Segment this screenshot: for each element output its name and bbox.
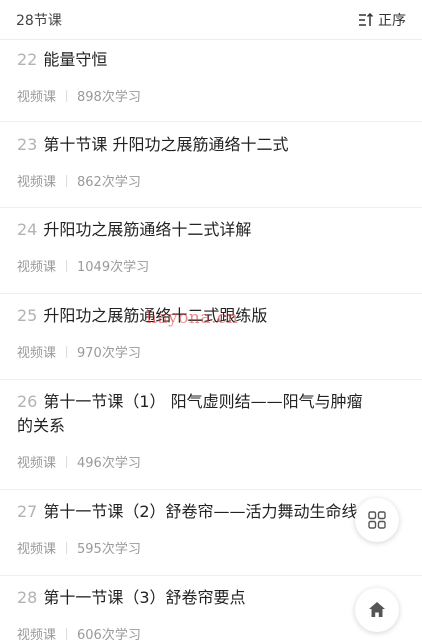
lesson-meta: 视频课 898次学习 xyxy=(17,86,406,105)
lesson-type: 视频课 xyxy=(17,175,57,190)
lesson-type: 视频课 xyxy=(17,90,57,105)
home-icon xyxy=(369,602,385,617)
lesson-title: 23 第十节课 升阳功之展筋通络十二式 xyxy=(17,133,406,157)
lesson-title-text: 第十节课 升阳功之展筋通络十二式 xyxy=(43,135,289,154)
lesson-title-text: 升阳功之展筋通络十二式详解 xyxy=(43,220,252,239)
lesson-number: 24 xyxy=(17,220,38,239)
lesson-item[interactable]: 26 第十一节课（1） 阳气虚则结——阳气与肿瘤 的关系 视频课 496次学习 xyxy=(0,380,422,490)
lesson-type: 视频课 xyxy=(17,628,57,640)
lesson-title-text: 第十一节课（1） 阳气虚则结——阳气与肿瘤 xyxy=(43,392,363,411)
lesson-item[interactable]: 23 第十节课 升阳功之展筋通络十二式 视频课 862次学习 xyxy=(0,122,422,208)
home-button[interactable] xyxy=(355,588,399,632)
lesson-title-text: 能量守恒 xyxy=(43,50,108,69)
top-bar: 28节课 正序 xyxy=(0,0,422,40)
lesson-meta: 视频课 496次学习 xyxy=(17,452,406,471)
lesson-views: 898次学习 xyxy=(77,90,141,105)
divider xyxy=(66,174,68,187)
lesson-number: 22 xyxy=(17,50,38,69)
lesson-meta: 视频课 595次学习 xyxy=(17,538,406,557)
lesson-views: 970次学习 xyxy=(77,346,141,361)
grid-icon xyxy=(368,511,386,529)
lesson-list: 22 能量守恒 视频课 898次学习 23 第十节课 升阳功之展筋通络十二式 视频课 8… xyxy=(0,40,422,640)
lesson-title: 27 第十一节课（2）舒卷帘——活力舞动生命线 xyxy=(17,500,406,524)
lesson-type: 视频课 xyxy=(17,260,57,275)
lesson-number: 28 xyxy=(17,588,38,607)
lesson-views: 595次学习 xyxy=(77,542,141,557)
lesson-title-text: 第十一节课（3）舒卷帘要点 xyxy=(43,588,246,607)
lesson-number: 27 xyxy=(17,502,38,521)
lesson-item[interactable]: 22 能量守恒 视频课 898次学习 xyxy=(0,40,422,122)
sort-toggle-button[interactable]: 正序 xyxy=(358,10,406,30)
lesson-title: 24 升阳功之展筋通络十二式详解 xyxy=(17,218,406,242)
divider xyxy=(66,345,68,358)
sort-label: 正序 xyxy=(378,12,406,29)
lesson-item[interactable]: 24 升阳功之展筋通络十二式详解 视频课 1049次学习 xyxy=(0,208,422,294)
divider xyxy=(66,89,68,102)
lesson-item[interactable]: 25 升阳功之展筋通络十二式跟练版 视频课 970次学习 xyxy=(0,294,422,380)
lesson-meta: 视频课 862次学习 xyxy=(17,171,406,190)
lesson-views: 1049次学习 xyxy=(77,260,150,275)
lesson-title: 22 能量守恒 xyxy=(17,48,406,72)
lesson-meta: 视频课 606次学习 xyxy=(17,624,406,640)
lesson-meta: 视频课 970次学习 xyxy=(17,342,406,361)
grid-menu-button[interactable] xyxy=(355,498,399,542)
lesson-title-continued: 的关系 xyxy=(17,416,66,435)
lesson-meta: 视频课 1049次学习 xyxy=(17,256,406,275)
divider xyxy=(66,627,68,640)
lesson-count: 28节课 xyxy=(16,12,62,29)
divider xyxy=(66,259,68,272)
lesson-type: 视频课 xyxy=(17,346,57,361)
divider xyxy=(66,541,68,554)
lesson-number: 25 xyxy=(17,306,38,325)
lesson-title: 26 第十一节课（1） 阳气虚则结——阳气与肿瘤 xyxy=(17,390,406,414)
lesson-views: 606次学习 xyxy=(77,628,141,640)
lesson-title: 28 第十一节课（3）舒卷帘要点 xyxy=(17,586,406,610)
lesson-number: 23 xyxy=(17,135,38,154)
sort-order-icon xyxy=(359,12,374,26)
divider xyxy=(66,455,68,468)
lesson-type: 视频课 xyxy=(17,542,57,557)
lesson-views: 862次学习 xyxy=(77,175,141,190)
lesson-number: 26 xyxy=(17,392,38,411)
watermark: hayona.cn xyxy=(146,308,239,328)
lesson-type: 视频课 xyxy=(17,456,57,471)
lesson-views: 496次学习 xyxy=(77,456,141,471)
lesson-title-text: 第十一节课（2）舒卷帘——活力舞动生命线 xyxy=(43,502,358,521)
